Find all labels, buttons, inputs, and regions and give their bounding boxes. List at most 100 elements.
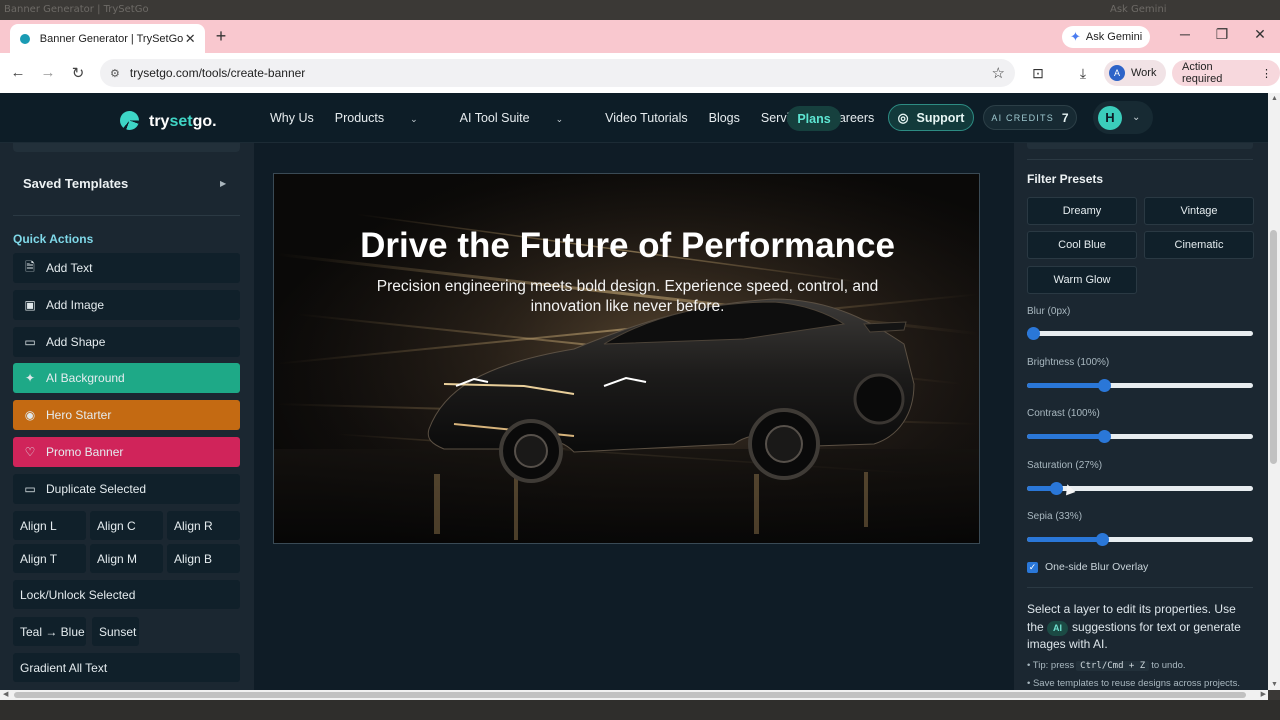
saturation-slider[interactable]	[1027, 482, 1253, 495]
action-required-label: Action required	[1182, 61, 1223, 85]
sparkle-icon: ✦	[24, 371, 36, 385]
sepia-slider-knob[interactable]	[1096, 533, 1109, 546]
duplicate-selected-button[interactable]: ▭ Duplicate Selected	[13, 474, 240, 504]
support-button[interactable]: ◎ Support	[888, 104, 974, 131]
reload-icon[interactable]: ↻	[68, 64, 88, 82]
user-menu-button[interactable]: H ⌄	[1093, 101, 1153, 134]
undo-shortcut: Ctrl/Cmd + Z	[1076, 661, 1150, 671]
expand-arrow-icon[interactable]: ▶	[220, 179, 226, 188]
preset-dreamy-button[interactable]: Dreamy	[1027, 197, 1137, 225]
banner-canvas[interactable]: Drive the Future of Performance Precisio…	[273, 173, 980, 544]
quick-actions-title: Quick Actions	[13, 232, 94, 246]
gemini-sparkle-icon: ✦	[1070, 29, 1081, 44]
back-arrow-icon[interactable]: ←	[8, 64, 28, 81]
ai-credits-badge[interactable]: AI CREDITS 7	[983, 105, 1077, 130]
sepia-slider-fill	[1027, 537, 1102, 542]
url-bar[interactable]: ⚙ trysetgo.com/tools/create-banner ☆	[100, 59, 1015, 87]
ai-credits-label: AI CREDITS	[991, 112, 1054, 123]
scroll-up-arrow-icon[interactable]: ▲	[1271, 95, 1278, 102]
one-side-blur-checkbox[interactable]: ✓	[1027, 562, 1038, 573]
collapsed-input-bar[interactable]	[1027, 143, 1253, 149]
scroll-right-arrow-icon[interactable]: ▶	[1261, 690, 1266, 698]
browser-tab[interactable]: Banner Generator | TrySetGo ✕	[10, 24, 205, 53]
align-top-button[interactable]: Align T	[13, 544, 86, 573]
url-text[interactable]: trysetgo.com/tools/create-banner	[130, 66, 992, 80]
hero-starter-button[interactable]: ◉ Hero Starter	[13, 400, 240, 430]
brightness-slider-fill	[1027, 383, 1104, 388]
download-icon[interactable]: ⤓	[1074, 65, 1092, 82]
gradient-all-text-button[interactable]: Gradient All Text	[13, 653, 240, 682]
preset-warm-glow-button[interactable]: Warm Glow	[1027, 266, 1137, 294]
blur-slider-knob[interactable]	[1027, 327, 1040, 340]
close-tab-icon[interactable]: ✕	[183, 31, 197, 47]
background-window-text: Banner Generator | TrySetGo	[4, 4, 149, 15]
align-bottom-button[interactable]: Align B	[167, 544, 240, 573]
nav-products[interactable]: Products ⌄	[335, 111, 439, 125]
divider	[1027, 159, 1253, 160]
scroll-left-arrow-icon[interactable]: ◀	[3, 690, 8, 698]
divider	[13, 215, 240, 216]
nav-why-us[interactable]: Why Us	[270, 111, 314, 125]
logo-text: trysetgo.	[149, 113, 217, 130]
site-logo[interactable]: trysetgo.	[120, 109, 217, 131]
ask-gemini-button[interactable]: ✦ Ask Gemini	[1062, 26, 1151, 48]
chevron-down-icon: ⌄	[410, 114, 418, 124]
preset-vintage-button[interactable]: Vintage	[1144, 197, 1254, 225]
taskbar-strip	[0, 700, 1280, 720]
horizontal-scroll-thumb[interactable]	[14, 692, 1246, 698]
brightness-label: Brightness (100%)	[1027, 357, 1110, 368]
site-favicon-icon	[20, 33, 30, 44]
forward-arrow-icon[interactable]: →	[38, 64, 58, 81]
banner-headline[interactable]: Drive the Future of Performance	[274, 226, 979, 266]
align-right-button[interactable]: Align R	[167, 511, 240, 540]
saturation-slider-knob[interactable]	[1050, 482, 1063, 495]
banner-subheadline[interactable]: Precision engineering meets bold design.…	[344, 277, 911, 317]
nav-blogs[interactable]: Blogs	[709, 111, 740, 125]
gradient-sunset-button[interactable]: Sunset	[92, 617, 139, 646]
ai-background-button[interactable]: ✦ AI Background	[13, 363, 240, 393]
plans-button[interactable]: Plans	[787, 106, 841, 131]
logo-icon	[120, 110, 139, 130]
add-shape-button[interactable]: ▭ Add Shape	[13, 327, 240, 357]
ai-credits-value: 7	[1061, 110, 1069, 125]
gradient-teal-blue-button[interactable]: Teal → Blue	[13, 617, 86, 646]
tab-search-icon[interactable]: ⊡	[1029, 65, 1047, 82]
sepia-slider[interactable]	[1027, 533, 1253, 546]
nav-ai-tool-suite[interactable]: AI Tool Suite ⌄	[460, 111, 585, 125]
bookmark-star-icon[interactable]: ☆	[992, 64, 1005, 82]
preset-cool-blue-button[interactable]: Cool Blue	[1027, 231, 1137, 259]
align-center-button[interactable]: Align C	[90, 511, 163, 540]
one-side-blur-label[interactable]: One-side Blur Overlay	[1045, 561, 1148, 573]
saved-templates-header[interactable]: Saved Templates	[23, 176, 128, 191]
profile-button[interactable]: A Work	[1104, 60, 1167, 86]
add-text-button[interactable]: 🗎 Add Text	[13, 253, 240, 283]
align-left-button[interactable]: Align L	[13, 511, 86, 540]
address-toolbar: ← → ↻ ⚙ trysetgo.com/tools/create-banner…	[0, 53, 1280, 93]
action-required-button[interactable]: Action required ⋮	[1172, 60, 1280, 86]
new-tab-button[interactable]: +	[213, 26, 229, 46]
align-middle-button[interactable]: Align M	[90, 544, 163, 573]
vertical-scroll-thumb[interactable]	[1270, 230, 1277, 464]
restore-icon[interactable]: ❐	[1212, 26, 1232, 43]
contrast-slider[interactable]	[1027, 430, 1253, 443]
save-templates-tip: • Save templates to reuse designs across…	[1027, 678, 1240, 689]
preset-cinematic-button[interactable]: Cinematic	[1144, 231, 1254, 259]
brightness-slider[interactable]	[1027, 379, 1253, 392]
add-image-button[interactable]: ▣ Add Image	[13, 290, 240, 320]
lock-unlock-button[interactable]: Lock/Unlock Selected	[13, 580, 240, 609]
brightness-slider-knob[interactable]	[1098, 379, 1111, 392]
saturation-label: Saturation (27%)	[1027, 460, 1103, 471]
collapsed-section-bar[interactable]	[13, 143, 240, 152]
blur-slider[interactable]	[1027, 327, 1253, 340]
minimize-icon[interactable]: ─	[1175, 26, 1195, 42]
vertical-scrollbar[interactable]: ▲ ▼	[1268, 93, 1280, 690]
promo-banner-button[interactable]: ♡ Promo Banner	[13, 437, 240, 467]
contrast-slider-knob[interactable]	[1098, 430, 1111, 443]
background-window-text-right: Ask Gemini	[1110, 4, 1167, 15]
scroll-down-arrow-icon[interactable]: ▼	[1271, 681, 1278, 688]
chevron-down-icon: ⌄	[555, 114, 564, 124]
window-close-icon[interactable]: ✕	[1250, 26, 1270, 43]
nav-video-tutorials[interactable]: Video Tutorials	[605, 111, 687, 125]
site-info-icon[interactable]: ⚙	[110, 67, 120, 80]
horizontal-scrollbar[interactable]: ◀ ▶	[0, 690, 1268, 700]
